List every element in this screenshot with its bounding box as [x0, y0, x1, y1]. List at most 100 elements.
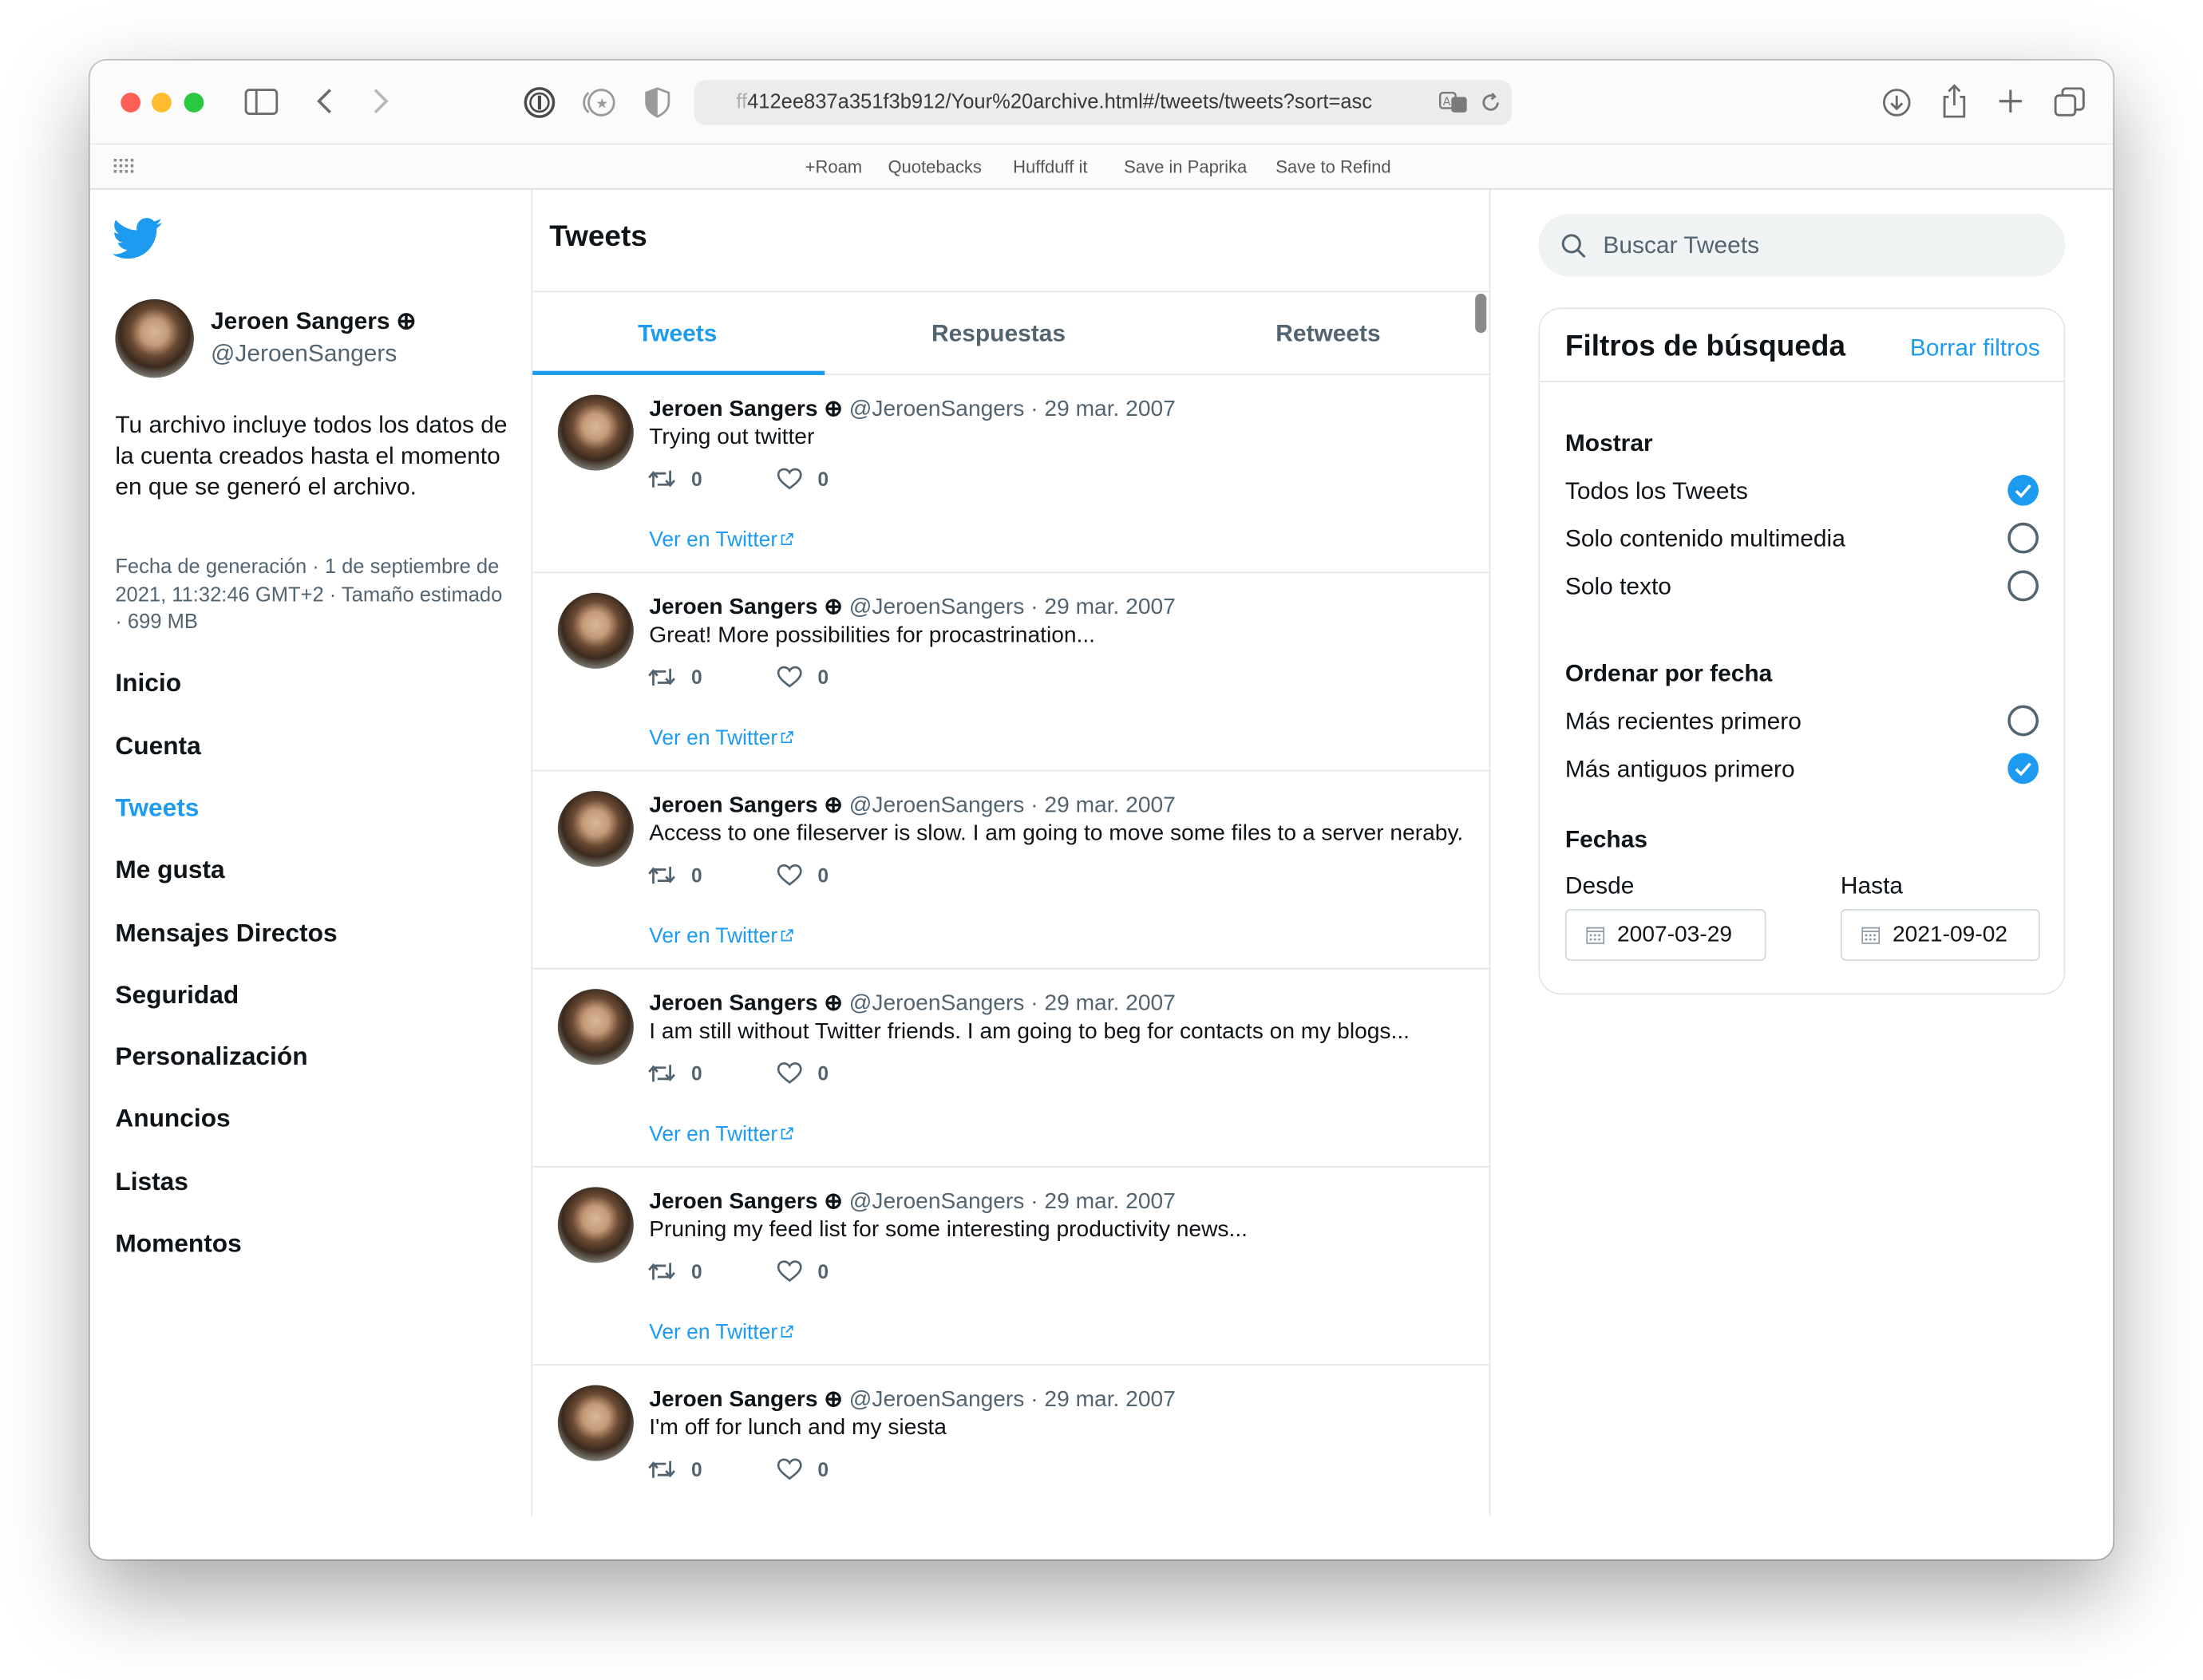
checkmark-icon	[2015, 484, 2031, 498]
tweet-author-name[interactable]: Jeroen Sangers ⊕	[649, 397, 843, 421]
retweet-icon[interactable]	[647, 1062, 675, 1092]
right-sidebar: Buscar Tweets Filtros de búsqueda Borrar…	[1491, 190, 2114, 1559]
tweet-avatar[interactable]	[557, 1187, 634, 1263]
option-oldest-first[interactable]: Más antiguos primero	[1565, 756, 1795, 784]
radio-newest-first[interactable]	[2007, 705, 2039, 737]
retweet-icon[interactable]	[647, 468, 675, 497]
retweet-icon[interactable]	[647, 1260, 675, 1290]
view-on-twitter-link[interactable]: Ver en Twitter	[649, 1321, 794, 1345]
tweet-item[interactable]: Jeroen Sangers ⊕ @JeroenSangers · 29 mar…	[532, 1366, 1489, 1516]
tweet-author-name[interactable]: Jeroen Sangers ⊕	[649, 992, 843, 1016]
favorite-refind[interactable]: Save to Refind	[1276, 157, 1390, 177]
address-bar[interactable]: ff412ee837a351f3b912/Your%20archive.html…	[694, 80, 1512, 125]
tweet-author-name[interactable]: Jeroen Sangers ⊕	[649, 1190, 843, 1214]
like-count: 0	[817, 1259, 829, 1283]
option-text-only[interactable]: Solo texto	[1565, 573, 1671, 601]
radio-all-tweets[interactable]	[2007, 474, 2039, 506]
password-manager-icon[interactable]	[523, 85, 556, 119]
tab-respuestas[interactable]: Respuestas	[931, 320, 1066, 348]
zoom-window-button[interactable]	[184, 93, 204, 113]
like-icon[interactable]	[777, 1458, 802, 1488]
back-icon[interactable]	[314, 87, 334, 115]
favorite-paprika[interactable]: Save in Paprika	[1124, 157, 1247, 177]
view-on-twitter-link[interactable]: Ver en Twitter	[649, 726, 794, 750]
tweet-avatar[interactable]	[557, 1385, 634, 1461]
nav-item-mensajes-directos[interactable]: Mensajes Directos	[115, 919, 337, 948]
tweet-handle-date: @JeroenSangers · 29 mar. 2007	[848, 1189, 1176, 1214]
nav-item-me-gusta[interactable]: Me gusta	[115, 856, 224, 885]
nav-item-momentos[interactable]: Momentos	[115, 1229, 241, 1259]
clear-filters-link[interactable]: Borrar filtros	[1910, 334, 2040, 362]
nav-item-seguridad[interactable]: Seguridad	[115, 981, 239, 1010]
tweet-avatar[interactable]	[557, 989, 634, 1065]
favorite-huffduff[interactable]: Huffduff it	[1013, 157, 1087, 177]
like-icon[interactable]	[777, 1062, 802, 1092]
twitter-bird-icon[interactable]	[112, 218, 163, 260]
retweet-count: 0	[691, 1061, 702, 1085]
from-label: Desde	[1564, 872, 1635, 899]
tweet-author-name[interactable]: Jeroen Sangers ⊕	[649, 1388, 843, 1412]
favorite-roam[interactable]: +Roam	[805, 157, 863, 177]
retweet-icon[interactable]	[647, 666, 675, 695]
from-date-input[interactable]: 2007-03-29	[1564, 908, 1766, 961]
privacy-shield-icon[interactable]	[643, 85, 671, 119]
tweet-author-name[interactable]: Jeroen Sangers ⊕	[649, 595, 843, 619]
new-tab-icon[interactable]	[1998, 89, 2023, 114]
tweet-item[interactable]: Jeroen Sangers ⊕ @JeroenSangers · 29 mar…	[532, 1168, 1489, 1366]
tweet-avatar[interactable]	[557, 394, 634, 471]
nav-item-personalizacion[interactable]: Personalización	[115, 1042, 307, 1072]
retweet-count: 0	[691, 1458, 702, 1481]
nav-item-cuenta[interactable]: Cuenta	[115, 732, 200, 761]
share-icon[interactable]	[1940, 83, 1968, 120]
forward-icon[interactable]	[371, 87, 391, 115]
like-icon[interactable]	[777, 468, 802, 497]
nav-item-anuncios[interactable]: Anuncios	[115, 1105, 230, 1134]
tweet-author-name[interactable]: Jeroen Sangers ⊕	[649, 794, 843, 818]
nav-item-listas[interactable]: Listas	[115, 1168, 188, 1197]
radio-text-only[interactable]	[2007, 570, 2039, 602]
close-window-button[interactable]	[121, 93, 141, 113]
tweet-avatar[interactable]	[557, 592, 634, 669]
retweet-icon[interactable]	[647, 1458, 675, 1488]
option-media-only[interactable]: Solo contenido multimedia	[1565, 525, 1845, 553]
like-icon[interactable]	[777, 1260, 802, 1290]
favorite-quotebacks[interactable]: Quotebacks	[888, 157, 981, 177]
tab-tweets[interactable]: Tweets	[638, 320, 717, 348]
search-input[interactable]: Buscar Tweets	[1603, 231, 1759, 259]
tab-retweets[interactable]: Retweets	[1276, 320, 1380, 348]
like-icon[interactable]	[777, 666, 802, 695]
tweet-item[interactable]: Jeroen Sangers ⊕ @JeroenSangers · 29 mar…	[532, 573, 1489, 772]
retweet-icon[interactable]	[647, 864, 675, 894]
radio-media-only[interactable]	[2007, 522, 2039, 554]
sidebar-toggle-icon[interactable]	[244, 89, 279, 115]
nav-item-inicio[interactable]: Inicio	[115, 669, 181, 698]
reload-icon[interactable]	[1479, 91, 1501, 113]
option-newest-first[interactable]: Más recientes primero	[1565, 708, 1802, 736]
tab-overview-icon[interactable]	[2054, 87, 2085, 118]
tweet-item[interactable]: Jeroen Sangers ⊕ @JeroenSangers · 29 mar…	[532, 970, 1489, 1168]
tweet-avatar[interactable]	[557, 790, 634, 868]
extension-icon[interactable]: ★	[582, 85, 615, 119]
view-on-twitter-link[interactable]: Ver en Twitter	[649, 924, 794, 948]
view-on-twitter-link[interactable]: Ver en Twitter	[649, 528, 794, 552]
search-box[interactable]: Buscar Tweets	[1538, 213, 2066, 277]
tweet-tabs: Tweets Respuestas Retweets	[532, 291, 1489, 375]
to-date-input[interactable]: 2021-09-02	[1840, 908, 2040, 961]
downloads-icon[interactable]	[1881, 87, 1912, 118]
nav-item-tweets[interactable]: Tweets	[115, 794, 199, 824]
profile-avatar[interactable]	[115, 298, 194, 378]
tweet-item[interactable]: Jeroen Sangers ⊕ @JeroenSangers · 29 mar…	[532, 375, 1489, 574]
radio-oldest-first[interactable]	[2007, 753, 2039, 785]
grid-icon[interactable]	[113, 158, 136, 176]
tweets-column: Tweets Tweets Respuestas Retweets Jeroen…	[531, 189, 1491, 1516]
minimize-window-button[interactable]	[152, 93, 172, 113]
option-all-tweets[interactable]: Todos los Tweets	[1565, 477, 1748, 505]
tweet-item[interactable]: Jeroen Sangers ⊕ @JeroenSangers · 29 mar…	[532, 771, 1489, 970]
profile-handle: @JeroenSangers	[211, 339, 397, 367]
like-icon[interactable]	[777, 864, 802, 894]
translate-icon[interactable]: A	[1438, 90, 1469, 116]
scrollbar-thumb[interactable]	[1475, 293, 1487, 334]
view-on-twitter-link[interactable]: Ver en Twitter	[649, 1122, 794, 1146]
browser-toolbar: ★ ff412ee837a351f3b912/Your%20archive.ht…	[89, 60, 2114, 145]
url-faded-prefix: ff	[736, 91, 748, 114]
